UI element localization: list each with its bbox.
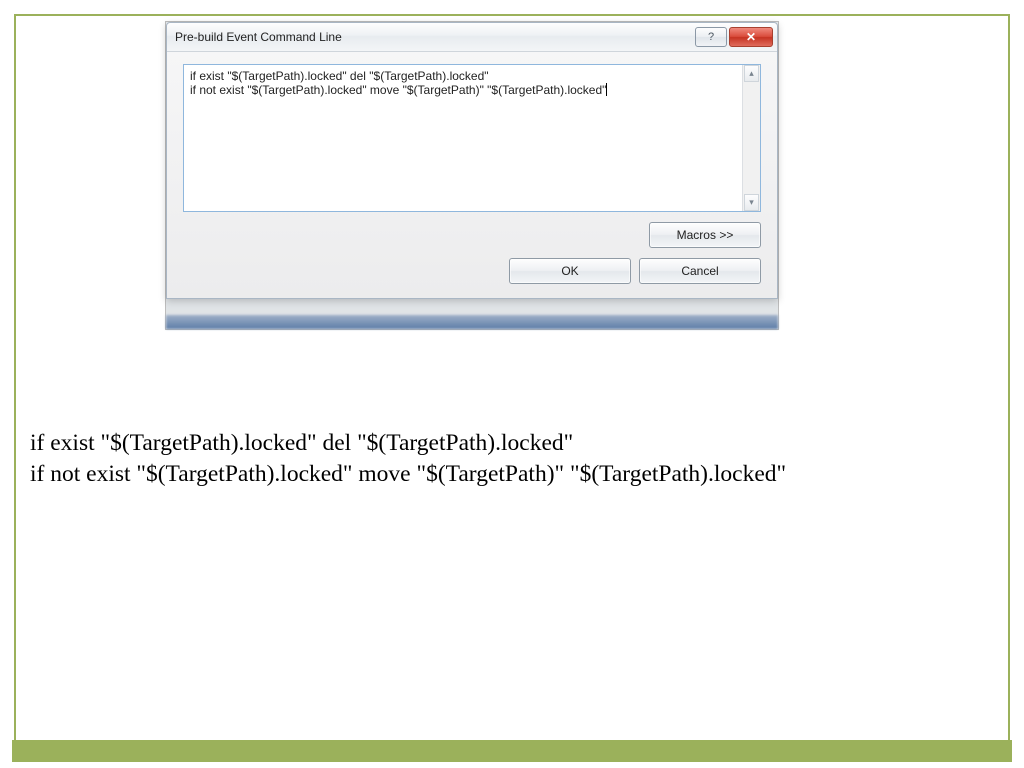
chevron-up-icon: ▴ bbox=[749, 68, 754, 79]
ok-button[interactable]: OK bbox=[509, 258, 631, 284]
help-button[interactable]: ? bbox=[695, 27, 727, 47]
scroll-down-button[interactable]: ▾ bbox=[744, 194, 759, 211]
chevron-down-icon: ▾ bbox=[749, 197, 754, 208]
text-caret bbox=[606, 83, 607, 96]
footer-bar bbox=[12, 740, 1012, 762]
caption-text: if exist "$(TargetPath).locked" del "$(T… bbox=[30, 428, 994, 490]
screenshot-region: Pre-build Event Command Line ? ✕ if exis… bbox=[166, 22, 778, 329]
titlebar[interactable]: Pre-build Event Command Line ? ✕ bbox=[167, 23, 777, 52]
help-icon: ? bbox=[708, 31, 714, 43]
ok-cancel-row: OK Cancel bbox=[183, 258, 761, 284]
macros-row: Macros >> bbox=[183, 222, 761, 248]
background-bottom bbox=[166, 315, 778, 329]
vertical-scrollbar[interactable]: ▴ ▾ bbox=[742, 65, 760, 211]
dialog-body: if exist "$(TargetPath).locked" del "$(T… bbox=[167, 52, 777, 298]
command-text: if exist "$(TargetPath).locked" del "$(T… bbox=[190, 69, 606, 97]
dialog-title: Pre-build Event Command Line bbox=[175, 30, 693, 44]
slide: Pre-build Event Command Line ? ✕ if exis… bbox=[0, 0, 1024, 768]
prebuild-dialog: Pre-build Event Command Line ? ✕ if exis… bbox=[166, 22, 778, 299]
macros-button[interactable]: Macros >> bbox=[649, 222, 761, 248]
scroll-up-button[interactable]: ▴ bbox=[744, 65, 759, 82]
close-icon: ✕ bbox=[746, 31, 756, 43]
cancel-button[interactable]: Cancel bbox=[639, 258, 761, 284]
command-textarea[interactable]: if exist "$(TargetPath).locked" del "$(T… bbox=[184, 65, 742, 211]
command-textarea-wrap: if exist "$(TargetPath).locked" del "$(T… bbox=[183, 64, 761, 212]
close-button[interactable]: ✕ bbox=[729, 27, 773, 47]
